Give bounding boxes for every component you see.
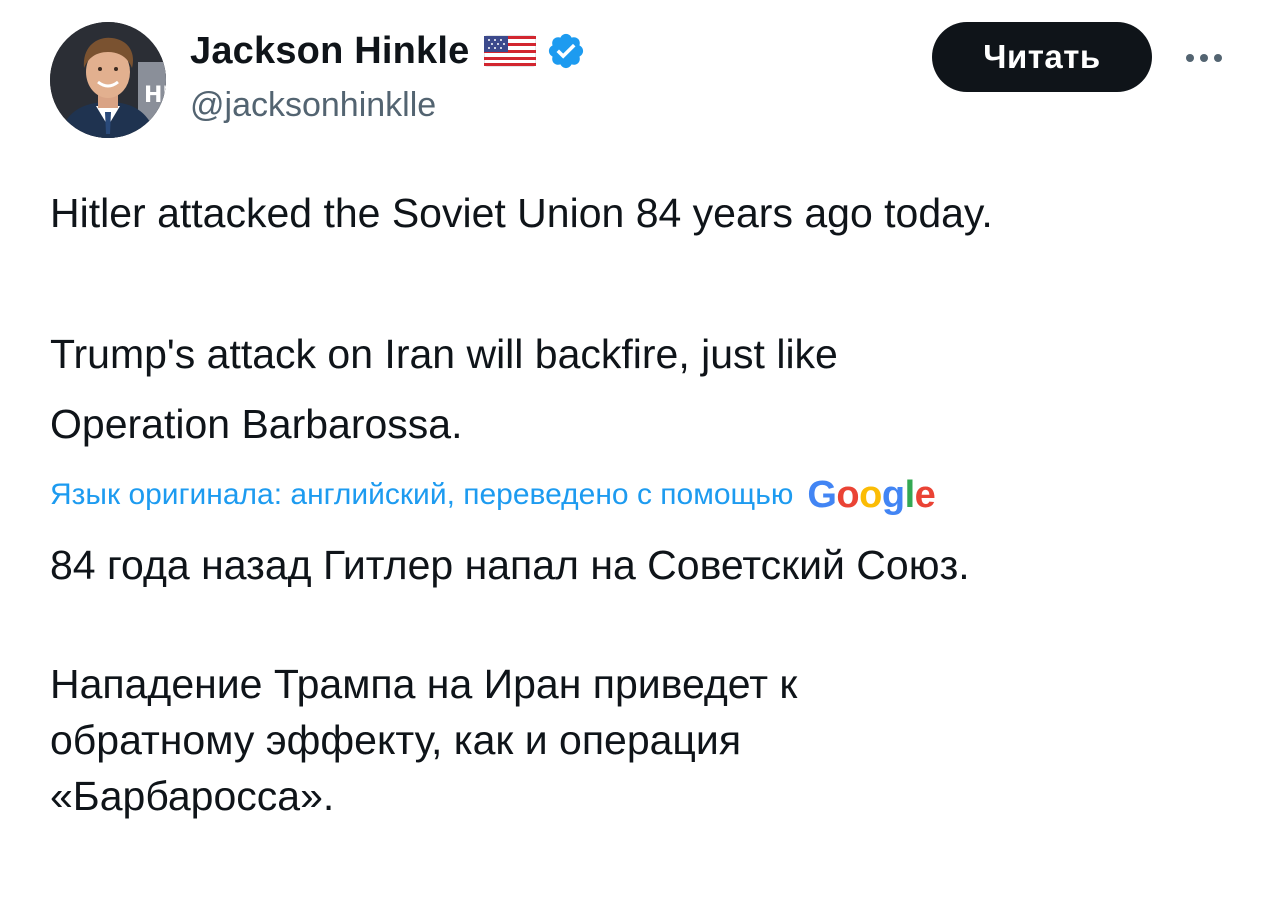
- google-logo-letter: e: [914, 473, 936, 516]
- google-logo-letter: G: [807, 473, 837, 516]
- dot: [1200, 54, 1208, 62]
- us-flag-icon: [483, 32, 536, 70]
- google-logo-letter: l: [904, 473, 916, 516]
- tweet-original-line-3: Operation Barbarossa.: [50, 401, 463, 447]
- dot: [1186, 54, 1194, 62]
- google-logo-letter: g: [881, 473, 905, 516]
- translation-note-link[interactable]: Язык оригинала: английский, переведено с…: [50, 478, 793, 512]
- google-logo: Google: [807, 474, 935, 517]
- tweet-original-line-1: Hitler attacked the Soviet Union 84 year…: [50, 190, 993, 236]
- read-button[interactable]: Читать: [932, 22, 1152, 92]
- avatar-photo: HB: [50, 22, 166, 138]
- author-name-row[interactable]: Jackson Hinkle: [190, 26, 586, 76]
- svg-text:HB: HB: [144, 83, 166, 108]
- author-display-name[interactable]: Jackson Hinkle: [190, 30, 470, 73]
- author-handle[interactable]: @jacksonhinklle: [190, 86, 436, 125]
- tweet-original-line-2: Trump's attack on Iran will backfire, ju…: [50, 331, 838, 377]
- more-dots-icon[interactable]: [1176, 40, 1232, 76]
- tweet-translated-line-1: 84 года назад Гитлер напал на Советский …: [50, 542, 970, 588]
- verified-badge-icon: [546, 31, 586, 71]
- google-logo-letter: o: [836, 473, 860, 516]
- avatar[interactable]: HB: [50, 22, 166, 138]
- dot: [1214, 54, 1222, 62]
- tweet-translated-line-4: «Барбаросса».: [50, 773, 335, 819]
- google-logo-letter: o: [859, 473, 882, 516]
- translation-attribution[interactable]: Язык оригинала: английский, переведено с…: [50, 470, 936, 520]
